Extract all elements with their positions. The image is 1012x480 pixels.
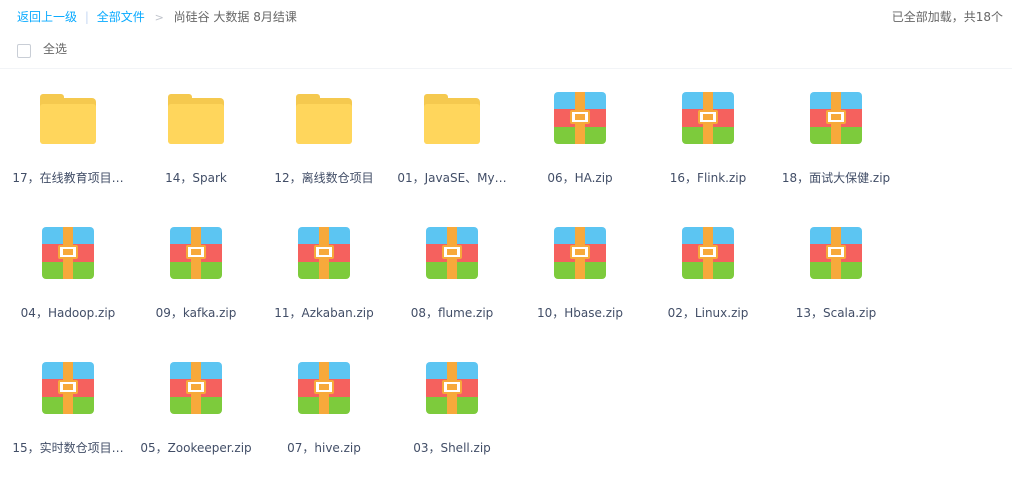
back-link[interactable]: 返回上一级 bbox=[17, 10, 77, 24]
folder-icon bbox=[296, 92, 352, 148]
select-all-label[interactable]: 全选 bbox=[43, 34, 67, 64]
folder-item[interactable]: 14，Spark bbox=[132, 82, 260, 204]
zip-file-item[interactable]: 05，Zookeeper.zip bbox=[132, 352, 260, 474]
all-files-link[interactable]: 全部文件 bbox=[97, 10, 145, 24]
zip-archive-icon bbox=[808, 227, 864, 283]
file-name: 05，Zookeeper.zip bbox=[140, 441, 252, 455]
zip-archive-icon bbox=[680, 92, 736, 148]
file-name: 17，在线教育项目… bbox=[12, 171, 124, 185]
folder-item[interactable]: 17，在线教育项目… bbox=[4, 82, 132, 204]
zip-file-item[interactable]: 08，flume.zip bbox=[388, 217, 516, 339]
zip-archive-icon bbox=[552, 92, 608, 148]
file-name: 10，Hbase.zip bbox=[537, 306, 623, 320]
breadcrumb: 返回上一级 | 全部文件 > 尚硅谷 大数据 8月结课 bbox=[17, 0, 297, 35]
folder-icon bbox=[168, 92, 224, 148]
zip-file-item[interactable]: 06，HA.zip bbox=[516, 82, 644, 204]
zip-file-item[interactable]: 02，Linux.zip bbox=[644, 217, 772, 339]
chevron-right-icon: > bbox=[154, 11, 164, 24]
file-name: 12，离线数仓项目 bbox=[274, 171, 374, 185]
zip-archive-icon bbox=[424, 362, 480, 418]
zip-file-item[interactable]: 13，Scala.zip bbox=[772, 217, 900, 339]
file-name: 07，hive.zip bbox=[287, 441, 361, 455]
breadcrumb-separator: | bbox=[84, 10, 89, 24]
zip-file-item[interactable]: 04，Hadoop.zip bbox=[4, 217, 132, 339]
zip-file-item[interactable]: 18，面试大保健.zip bbox=[772, 82, 900, 204]
zip-archive-icon bbox=[424, 227, 480, 283]
file-name: 15，实时数仓项目… bbox=[12, 441, 124, 455]
folder-item[interactable]: 01，JavaSE、My… bbox=[388, 82, 516, 204]
current-folder: 尚硅谷 大数据 8月结课 bbox=[173, 10, 297, 24]
zip-archive-icon bbox=[296, 227, 352, 283]
load-status: 已全部加载，共18个 bbox=[891, 10, 1003, 24]
zip-file-item[interactable]: 16，Flink.zip bbox=[644, 82, 772, 204]
file-name: 04，Hadoop.zip bbox=[20, 306, 116, 320]
file-name: 11，Azkaban.zip bbox=[274, 306, 374, 320]
file-name: 09，kafka.zip bbox=[155, 306, 237, 320]
folder-item[interactable]: 12，离线数仓项目 bbox=[260, 82, 388, 204]
file-name: 01，JavaSE、My… bbox=[397, 171, 507, 185]
folder-icon bbox=[424, 92, 480, 148]
top-bar: 返回上一级 | 全部文件 > 尚硅谷 大数据 8月结课 已全部加载，共18个 bbox=[0, 0, 1012, 34]
file-name: 08，flume.zip bbox=[410, 306, 494, 320]
zip-archive-icon bbox=[40, 227, 96, 283]
select-all-checkbox[interactable] bbox=[17, 44, 31, 58]
file-name: 13，Scala.zip bbox=[795, 306, 877, 320]
file-name: 03，Shell.zip bbox=[413, 441, 491, 455]
file-name: 14，Spark bbox=[165, 171, 227, 185]
zip-archive-icon bbox=[680, 227, 736, 283]
file-name: 18，面试大保健.zip bbox=[781, 171, 891, 185]
zip-file-item[interactable]: 11，Azkaban.zip bbox=[260, 217, 388, 339]
zip-archive-icon bbox=[808, 92, 864, 148]
zip-archive-icon bbox=[296, 362, 352, 418]
zip-file-item[interactable]: 07，hive.zip bbox=[260, 352, 388, 474]
zip-archive-icon bbox=[168, 362, 224, 418]
file-name: 06，HA.zip bbox=[547, 171, 613, 185]
select-bar: 全选 bbox=[0, 34, 1012, 69]
zip-archive-icon bbox=[40, 362, 96, 418]
zip-file-item[interactable]: 15，实时数仓项目… bbox=[4, 352, 132, 474]
zip-file-item[interactable]: 09，kafka.zip bbox=[132, 217, 260, 339]
file-name: 02，Linux.zip bbox=[667, 306, 749, 320]
file-name: 16，Flink.zip bbox=[669, 171, 747, 185]
zip-archive-icon bbox=[552, 227, 608, 283]
zip-file-item[interactable]: 10，Hbase.zip bbox=[516, 217, 644, 339]
zip-file-item[interactable]: 03，Shell.zip bbox=[388, 352, 516, 474]
zip-archive-icon bbox=[168, 227, 224, 283]
folder-icon bbox=[40, 92, 96, 148]
